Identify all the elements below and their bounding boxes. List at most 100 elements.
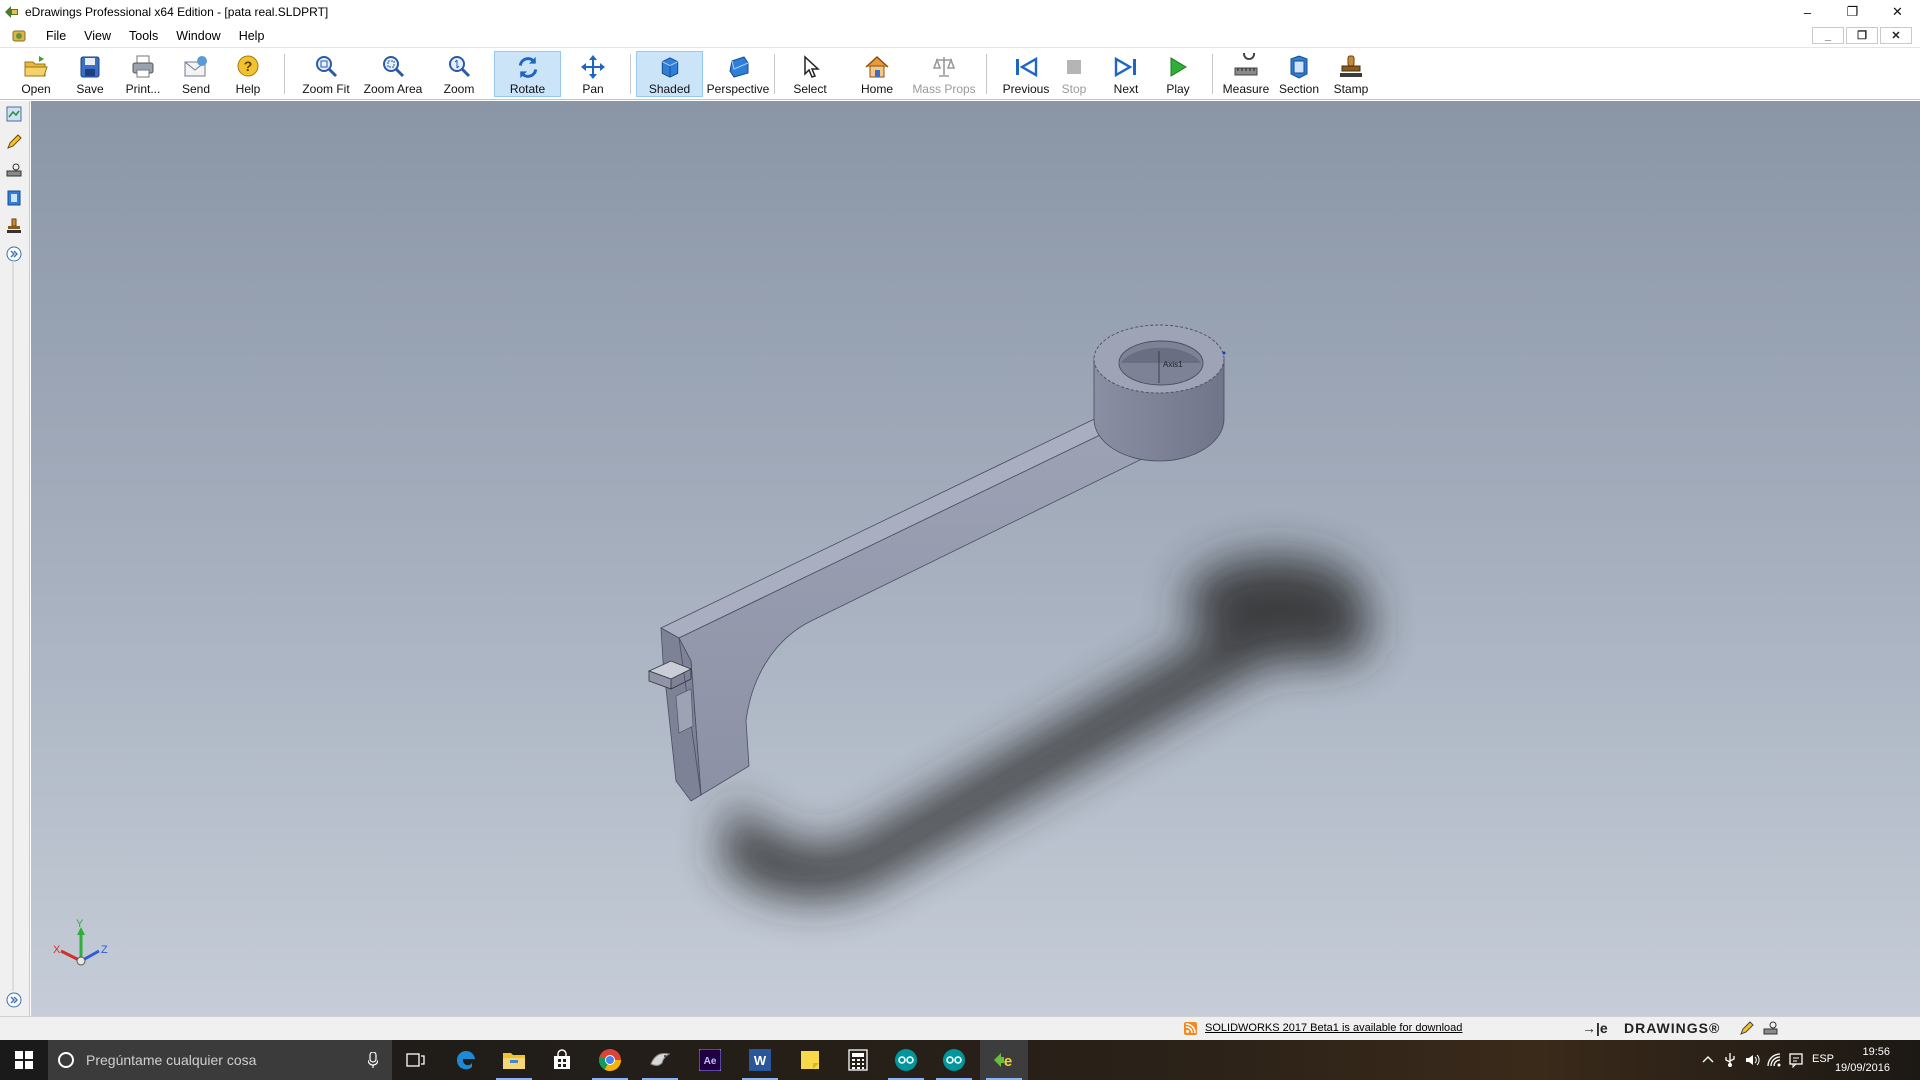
open-label: Open: [21, 82, 51, 96]
zoom-fit-button[interactable]: Zoom Fit: [298, 51, 354, 97]
taskbar-app-bird[interactable]: [636, 1040, 684, 1080]
taskbar-file-explorer[interactable]: [490, 1040, 538, 1080]
section-tab-icon[interactable]: [5, 189, 23, 207]
taskbar-chrome[interactable]: [586, 1040, 634, 1080]
zoom-icon: [449, 56, 471, 78]
select-button[interactable]: Select: [788, 51, 832, 97]
shaded-label: Shaded: [648, 82, 691, 96]
taskbar-edrawings[interactable]: e: [980, 1040, 1028, 1080]
shaded-button[interactable]: Shaded: [636, 51, 703, 97]
edrawings-brand-mark: →|e: [1582, 1020, 1608, 1036]
expand-panel-icon[interactable]: [5, 245, 23, 263]
taskbar-sticky-notes[interactable]: [786, 1040, 834, 1080]
taskbar-store[interactable]: [538, 1040, 586, 1080]
zoom-fit-icon: [316, 56, 338, 78]
previous-button[interactable]: Previous: [996, 51, 1056, 97]
model-canvas[interactable]: Axis1 X Y Z: [31, 101, 1920, 1016]
zoom-label: Zoom: [443, 82, 475, 96]
mass-props-scale-icon: [932, 57, 956, 77]
play-icon: [1170, 57, 1187, 77]
menu-help[interactable]: Help: [230, 24, 274, 48]
help-button[interactable]: ? Help: [226, 51, 270, 97]
taskbar-edge[interactable]: [442, 1040, 490, 1080]
components-tab-icon[interactable]: [5, 105, 23, 123]
taskbar-word[interactable]: W: [736, 1040, 784, 1080]
stop-button[interactable]: Stop: [1052, 51, 1096, 97]
stamp-tab-icon[interactable]: [5, 217, 23, 235]
play-button[interactable]: Play: [1156, 51, 1200, 97]
rotate-button[interactable]: Rotate: [494, 51, 561, 97]
measure-label: Measure: [1222, 82, 1270, 96]
menu-view[interactable]: View: [75, 24, 120, 48]
rss-feed-icon: [1184, 1022, 1197, 1035]
document-icon[interactable]: [11, 28, 27, 44]
stamp-icon: [1340, 55, 1362, 77]
expand-bottom-panel-icon[interactable]: [5, 991, 23, 1009]
taskbar-arduino-2[interactable]: [930, 1040, 978, 1080]
triad-z-label: Z: [101, 944, 108, 956]
taskbar-arduino[interactable]: [882, 1040, 930, 1080]
save-label: Save: [76, 82, 104, 96]
perspective-button[interactable]: Perspective: [704, 51, 772, 97]
stop-icon: [1067, 60, 1081, 74]
zoom-button[interactable]: Zoom: [437, 51, 481, 97]
task-view-icon: [406, 1053, 425, 1067]
doc-restore-button[interactable]: ❐: [1846, 27, 1878, 44]
save-button[interactable]: Save: [68, 51, 112, 97]
system-tray: ESP 19:56 19/09/2016: [1700, 1040, 1920, 1080]
markup-pencil-icon[interactable]: [5, 133, 23, 151]
section-button[interactable]: Section: [1276, 51, 1322, 97]
measure-button[interactable]: Measure: [1221, 51, 1271, 97]
print-button[interactable]: Print...: [119, 51, 167, 97]
markup-pen-icon[interactable]: [1738, 1020, 1755, 1037]
taskbar-calculator[interactable]: [834, 1040, 882, 1080]
menu-bar: File View Tools Window Help _ ❐ ✕: [0, 24, 1920, 48]
menu-file[interactable]: File: [37, 24, 75, 48]
pan-label: Pan: [582, 82, 604, 96]
stamp-button[interactable]: Stamp: [1328, 51, 1374, 97]
system-clock[interactable]: 19:56 19/09/2016: [1835, 1044, 1890, 1076]
zoom-area-button[interactable]: Zoom Area: [360, 51, 426, 97]
usb-device-icon[interactable]: [1722, 1052, 1738, 1068]
minimize-button[interactable]: –: [1785, 0, 1830, 24]
measure-status-icon[interactable]: [1762, 1020, 1779, 1037]
coordinate-triad: X Y Z: [53, 918, 108, 966]
open-folder-icon: [24, 56, 48, 77]
next-button[interactable]: Next: [1104, 51, 1148, 97]
menu-window[interactable]: Window: [167, 24, 229, 48]
edrawings-app-icon[interactable]: [3, 3, 21, 21]
cortana-search-box[interactable]: Pregúntame cualquier cosa: [48, 1040, 392, 1080]
svg-text:?: ?: [244, 58, 253, 74]
3d-viewport[interactable]: Axis1 X Y Z: [31, 101, 1920, 1016]
send-mail-icon: [184, 56, 207, 77]
start-button[interactable]: [0, 1040, 48, 1080]
clock-date: 19/09/2016: [1834, 1062, 1890, 1074]
doc-minimize-button[interactable]: _: [1812, 27, 1844, 44]
zoom-area-icon: [383, 56, 405, 78]
volume-icon[interactable]: [1744, 1052, 1760, 1068]
input-language[interactable]: ESP: [1812, 1053, 1834, 1065]
update-available-link[interactable]: SOLIDWORKS 2017 Beta1 is available for d…: [1205, 1022, 1462, 1034]
mass-props-button[interactable]: Mass Props: [912, 51, 976, 97]
microphone-icon[interactable]: [368, 1052, 378, 1068]
doc-close-button[interactable]: ✕: [1880, 27, 1912, 44]
restore-button[interactable]: ❐: [1830, 0, 1875, 24]
taskbar-after-effects[interactable]: Ae: [686, 1040, 734, 1080]
pan-button[interactable]: Pan: [571, 51, 615, 97]
close-button[interactable]: ✕: [1875, 0, 1920, 24]
open-button[interactable]: Open: [14, 51, 58, 97]
send-button[interactable]: Send: [174, 51, 218, 97]
task-view-button[interactable]: [392, 1040, 440, 1080]
shaded-cube-icon: [661, 57, 678, 78]
measure-tab-icon[interactable]: [5, 161, 23, 179]
show-hidden-icons-icon[interactable]: [1700, 1052, 1716, 1068]
toolbar-separator: [284, 54, 285, 94]
edrawings-brand-logo: DRAWINGS®: [1624, 1020, 1721, 1036]
wifi-icon[interactable]: [1766, 1052, 1782, 1068]
svg-text:e: e: [1004, 1053, 1012, 1070]
home-button[interactable]: Home: [855, 51, 899, 97]
search-placeholder: Pregúntame cualquier cosa: [86, 1052, 257, 1068]
arduino-icon: [895, 1049, 917, 1071]
menu-tools[interactable]: Tools: [120, 24, 167, 48]
notifications-icon[interactable]: [1788, 1052, 1804, 1068]
